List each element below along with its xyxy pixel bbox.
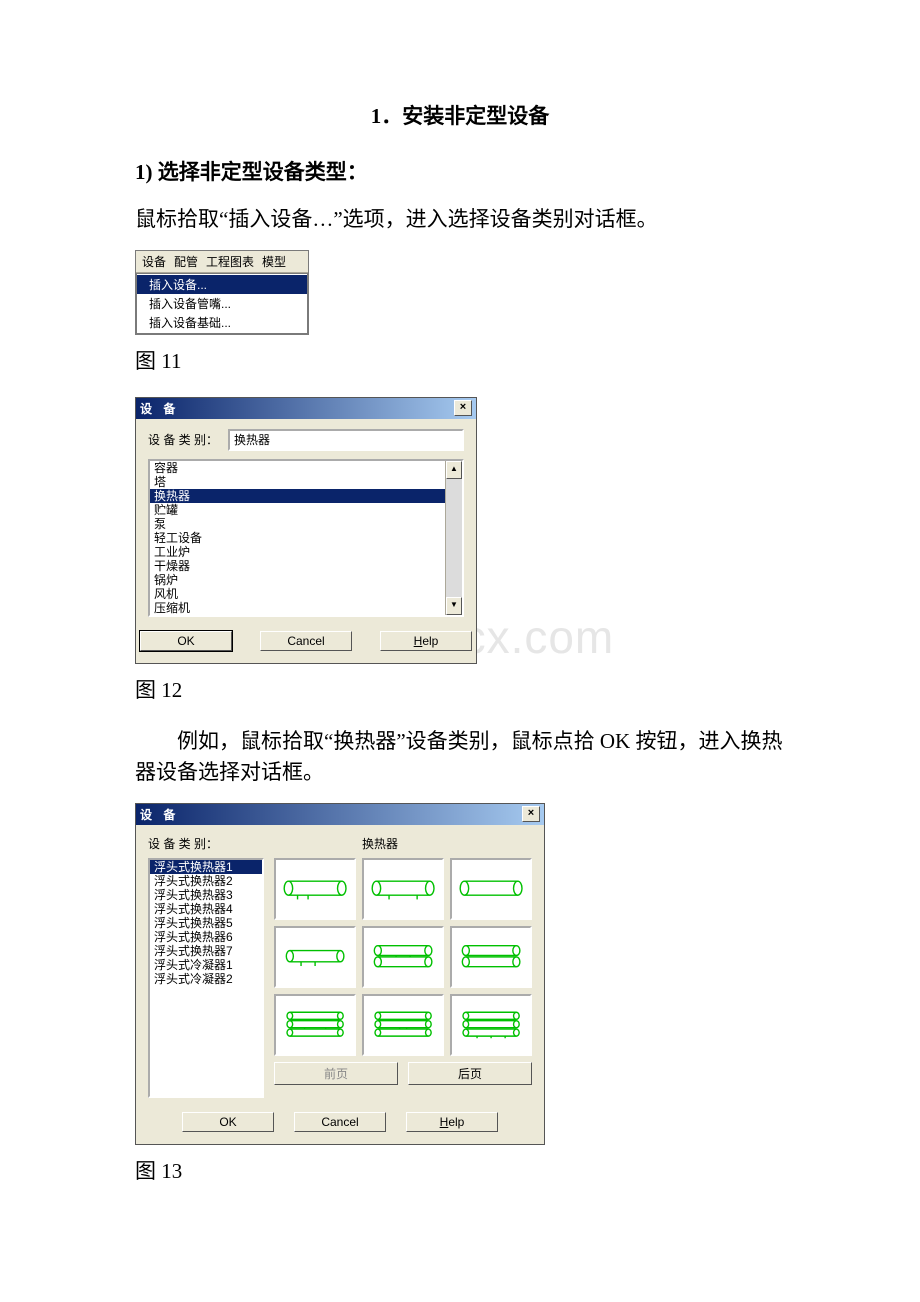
preview-grid: [274, 858, 532, 1056]
dialog-titlebar: 设 备 ×: [136, 804, 544, 825]
next-page-button[interactable]: 后页: [408, 1062, 532, 1085]
equipment-category-dialog: 设 备 × 设 备 类 别： 换热器 容器 塔 换热器 贮罐 泵 轻工设备 工业…: [135, 397, 477, 664]
category-listbox[interactable]: 容器 塔 换热器 贮罐 泵 轻工设备 工业炉 干燥器 锅炉 风机 压缩机 ▲ ▼: [148, 459, 464, 617]
preview-thumbnail[interactable]: [450, 926, 532, 988]
help-button[interactable]: Help: [406, 1112, 498, 1132]
list-item[interactable]: 浮头式换热器7: [150, 944, 262, 958]
preview-thumbnail[interactable]: [362, 858, 444, 920]
heat-exchanger-triple-icon: [456, 1001, 526, 1047]
prev-page-button[interactable]: 前页: [274, 1062, 398, 1085]
figure-label-11: 图 11: [135, 345, 785, 375]
menu-bar: 设备 配管 工程图表 模型: [136, 251, 308, 273]
heat-exchanger-triple-icon: [280, 1001, 350, 1047]
preview-thumbnail[interactable]: [274, 926, 356, 988]
list-item[interactable]: 压缩机: [150, 601, 445, 615]
list-item[interactable]: 轻工设备: [150, 531, 445, 545]
list-item[interactable]: 换热器: [150, 489, 445, 503]
scroll-up-icon[interactable]: ▲: [446, 461, 462, 479]
list-item[interactable]: 泵: [150, 517, 445, 531]
list-item[interactable]: 塔: [150, 475, 445, 489]
list-item[interactable]: 浮头式换热器4: [150, 902, 262, 916]
preview-thumbnail[interactable]: [274, 994, 356, 1056]
preview-thumbnail[interactable]: [362, 926, 444, 988]
heat-exchanger-icon: [280, 933, 350, 979]
heat-exchanger-icon: [456, 865, 526, 911]
menu-item[interactable]: 插入设备...: [137, 275, 307, 294]
category-label: 设 备 类 别：: [148, 835, 218, 852]
list-item[interactable]: 干燥器: [150, 559, 445, 573]
ok-button[interactable]: OK: [140, 631, 232, 651]
close-icon[interactable]: ×: [522, 806, 540, 822]
list-item[interactable]: 风机: [150, 587, 445, 601]
menu-figure: 设备 配管 工程图表 模型 插入设备... 插入设备管嘴... 插入设备基础..…: [135, 250, 309, 335]
list-item[interactable]: 工业炉: [150, 545, 445, 559]
list-item[interactable]: 容器: [150, 461, 445, 475]
preview-thumbnail[interactable]: [450, 858, 532, 920]
preview-thumbnail[interactable]: [450, 994, 532, 1056]
help-button[interactable]: Help: [380, 631, 472, 651]
scroll-down-icon[interactable]: ▼: [446, 597, 462, 615]
heat-exchanger-icon: [280, 865, 350, 911]
preview-thumbnail[interactable]: [362, 994, 444, 1056]
heat-exchanger-triple-icon: [368, 1001, 438, 1047]
heat-exchanger-icon: [368, 865, 438, 911]
list-item[interactable]: 浮头式换热器1: [150, 860, 262, 874]
menu-bar-item[interactable]: 设备: [142, 253, 166, 270]
figure-label-13: 图 13: [135, 1155, 785, 1185]
preview-thumbnail[interactable]: [274, 858, 356, 920]
menu-item[interactable]: 插入设备管嘴...: [137, 294, 307, 313]
paragraph-2: 例如，鼠标拾取“换热器”设备类别，鼠标点拾 OK 按钮，进入换热器设备选择对话框…: [135, 726, 785, 789]
list-item[interactable]: 浮头式换热器2: [150, 874, 262, 888]
menu-bar-item[interactable]: 模型: [262, 253, 286, 270]
type-listbox[interactable]: 浮头式换热器1 浮头式换热器2 浮头式换热器3 浮头式换热器4 浮头式换热器5 …: [148, 858, 264, 1098]
menu-bar-item[interactable]: 工程图表: [206, 253, 254, 270]
dialog-title: 设 备: [140, 400, 179, 417]
section-heading: 1．安装非定型设备: [135, 100, 785, 130]
menu-bar-item[interactable]: 配管: [174, 253, 198, 270]
category-value: 换热器: [228, 835, 532, 852]
list-item[interactable]: 浮头式换热器3: [150, 888, 262, 902]
cancel-button[interactable]: Cancel: [260, 631, 352, 651]
dialog-titlebar: 设 备 ×: [136, 398, 476, 419]
list-item[interactable]: 浮头式冷凝器1: [150, 958, 262, 972]
scrollbar[interactable]: ▲ ▼: [445, 461, 462, 615]
heat-exchanger-stack-icon: [368, 933, 438, 979]
close-icon[interactable]: ×: [454, 400, 472, 416]
paragraph-1: 鼠标拾取“插入设备…”选项，进入选择设备类别对话框。: [135, 204, 785, 236]
list-item[interactable]: 贮罐: [150, 503, 445, 517]
category-label: 设 备 类 别：: [148, 431, 218, 448]
list-item[interactable]: 锅炉: [150, 573, 445, 587]
list-item[interactable]: 浮头式换热器5: [150, 916, 262, 930]
ok-button[interactable]: OK: [182, 1112, 274, 1132]
equipment-select-dialog: 设 备 × 设 备 类 别： 换热器 浮头式换热器1 浮头式换热器2 浮头式换热…: [135, 803, 545, 1145]
heat-exchanger-stack-icon: [456, 933, 526, 979]
list-item[interactable]: 浮头式冷凝器2: [150, 972, 262, 986]
subheading-1: 1) 选择非定型设备类型：: [135, 156, 785, 186]
figure-label-12: 图 12: [135, 674, 785, 704]
category-input[interactable]: 换热器: [228, 429, 464, 451]
cancel-button[interactable]: Cancel: [294, 1112, 386, 1132]
dialog-title: 设 备: [140, 806, 179, 823]
list-item[interactable]: 浮头式换热器6: [150, 930, 262, 944]
menu-item[interactable]: 插入设备基础...: [137, 313, 307, 332]
menu-dropdown: 插入设备... 插入设备管嘴... 插入设备基础...: [136, 273, 308, 334]
